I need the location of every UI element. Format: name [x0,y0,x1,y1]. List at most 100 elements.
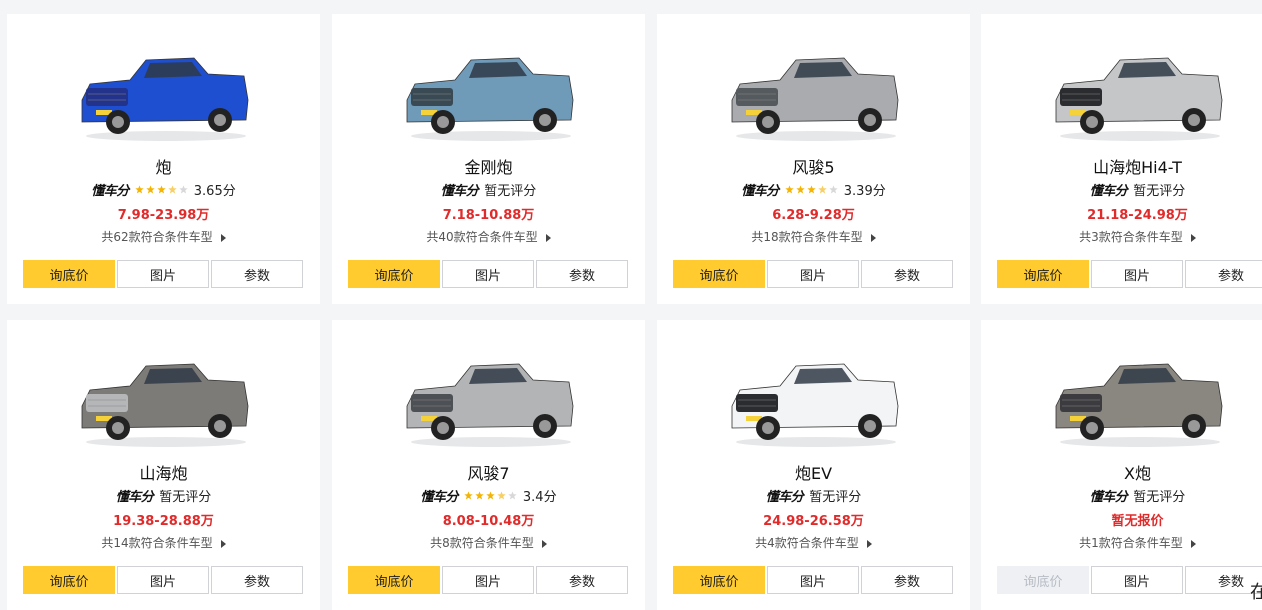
rating-row: 懂车分 暂无评分 [332,180,645,199]
dongchefen-logo: 懂车分 [1089,490,1128,505]
car-name[interactable]: 金刚炮 [332,154,645,178]
car-name[interactable]: X炮 [981,460,1262,484]
inquire-price-button[interactable]: 询底价 [348,566,440,594]
rating-score: 3.4分 [522,490,557,505]
inquire-price-button[interactable]: 询底价 [23,260,115,288]
car-card[interactable]: 山海炮 懂车分 暂无评分 19.38-28.88万 共14款符合条件车型 询底价… [7,320,320,610]
photos-button[interactable]: 图片 [1091,260,1183,288]
car-card[interactable]: 炮EV 懂车分 暂无评分 24.98-26.58万 共4款符合条件车型 询底价 … [657,320,970,610]
model-count-text: 共14款符合条件车型 [101,536,213,550]
rating-row: 懂车分 3.65分 [7,180,320,199]
price-range: 24.98-26.58万 [763,514,864,529]
card-actions: 询底价 图片 参数 [23,260,303,288]
price-range: 8.08-10.48万 [442,514,535,529]
card-actions: 询底价 图片 参数 [997,566,1262,594]
model-count-link[interactable]: 共18款符合条件车型 [657,228,970,245]
photos-button[interactable]: 图片 [117,260,209,288]
params-button[interactable]: 参数 [861,566,953,594]
photos-button[interactable]: 图片 [442,260,534,288]
car-image[interactable] [332,342,645,454]
rating-stars [135,185,188,194]
dongchefen-logo: 懂车分 [741,184,779,199]
price-range: 暂无报价 [1111,514,1164,529]
params-button[interactable]: 参数 [211,566,303,594]
arrow-right-icon [1190,539,1196,548]
photos-button[interactable]: 图片 [1091,566,1183,594]
dongchefen-logo: 懂车分 [420,490,458,505]
inquire-price-button[interactable]: 询底价 [673,260,765,288]
model-count-text: 共18款符合条件车型 [751,230,863,244]
inquire-price-button[interactable]: 询底价 [348,260,440,288]
inquire-price-button[interactable]: 询底价 [997,260,1089,288]
params-button[interactable]: 参数 [211,260,303,288]
rating-score: 暂无评分 [1133,184,1186,199]
model-count-link[interactable]: 共62款符合条件车型 [7,228,320,245]
dongchefen-logo: 懂车分 [1089,184,1128,199]
model-count-text: 共4款符合条件车型 [755,536,859,550]
model-count-text: 共8款符合条件车型 [430,536,534,550]
params-button[interactable]: 参数 [536,260,628,288]
car-image[interactable] [657,36,970,148]
car-card[interactable]: 风骏5 懂车分 3.39分 6.28-9.28万 共18款符合条件车型 询底价 … [657,14,970,304]
rating-row: 懂车分 暂无评分 [657,486,970,505]
rating-stars [785,185,838,194]
car-name[interactable]: 山海炮Hi4-T [981,154,1262,178]
car-name[interactable]: 山海炮 [7,460,320,484]
car-name[interactable]: 炮EV [657,460,970,484]
arrow-right-icon [870,233,876,242]
rating-score: 3.39分 [843,184,886,199]
model-count-link[interactable]: 共14款符合条件车型 [7,534,320,551]
price-range: 7.18-10.88万 [442,208,535,223]
partial-text: 在 [1250,582,1262,603]
card-actions: 询底价 图片 参数 [673,566,953,594]
photos-button[interactable]: 图片 [117,566,209,594]
arrow-right-icon [1190,233,1196,242]
params-button[interactable]: 参数 [861,260,953,288]
car-image[interactable] [7,342,320,454]
inquire-price-button[interactable]: 询底价 [673,566,765,594]
dongchefen-logo: 懂车分 [91,184,129,199]
arrow-right-icon [545,233,551,242]
arrow-right-icon [220,233,226,242]
car-name[interactable]: 炮 [7,154,320,178]
rating-score: 暂无评分 [1133,490,1186,505]
car-card[interactable]: X炮 懂车分 暂无评分 暂无报价 共1款符合条件车型 询底价 图片 参数 [981,320,1262,610]
car-card[interactable]: 山海炮Hi4-T 懂车分 暂无评分 21.18-24.98万 共3款符合条件车型… [981,14,1262,304]
rating-score: 3.65分 [193,184,236,199]
inquire-price-button: 询底价 [997,566,1089,594]
rating-score: 暂无评分 [484,184,537,199]
photos-button[interactable]: 图片 [442,566,534,594]
car-card[interactable]: 风骏7 懂车分 3.4分 8.08-10.48万 共8款符合条件车型 询底价 图… [332,320,645,610]
car-image[interactable] [657,342,970,454]
car-image[interactable] [981,36,1262,148]
model-count-link[interactable]: 共1款符合条件车型 [981,534,1262,551]
params-button[interactable]: 参数 [1185,260,1262,288]
model-count-text: 共1款符合条件车型 [1079,536,1183,550]
car-card[interactable]: 金刚炮 懂车分 暂无评分 7.18-10.88万 共40款符合条件车型 询底价 … [332,14,645,304]
car-name[interactable]: 风骏7 [332,460,645,484]
params-button[interactable]: 参数 [536,566,628,594]
car-name[interactable]: 风骏5 [657,154,970,178]
arrow-right-icon [866,539,872,548]
arrow-right-icon [220,539,226,548]
rating-row: 懂车分 暂无评分 [981,486,1262,505]
model-count-text: 共40款符合条件车型 [426,230,538,244]
photos-button[interactable]: 图片 [767,566,859,594]
rating-row: 懂车分 暂无评分 [7,486,320,505]
photos-button[interactable]: 图片 [767,260,859,288]
car-image[interactable] [981,342,1262,454]
rating-row: 懂车分 暂无评分 [981,180,1262,199]
car-image[interactable] [7,36,320,148]
inquire-price-button[interactable]: 询底价 [23,566,115,594]
model-count-text: 共3款符合条件车型 [1079,230,1183,244]
model-count-link[interactable]: 共8款符合条件车型 [332,534,645,551]
rating-score: 暂无评分 [159,490,212,505]
car-card[interactable]: 炮 懂车分 3.65分 7.98-23.98万 共62款符合条件车型 询底价 图… [7,14,320,304]
card-actions: 询底价 图片 参数 [23,566,303,594]
model-count-link[interactable]: 共40款符合条件车型 [332,228,645,245]
model-count-link[interactable]: 共4款符合条件车型 [657,534,970,551]
car-image[interactable] [332,36,645,148]
rating-row: 懂车分 3.39分 [657,180,970,199]
card-actions: 询底价 图片 参数 [348,260,628,288]
model-count-link[interactable]: 共3款符合条件车型 [981,228,1262,245]
